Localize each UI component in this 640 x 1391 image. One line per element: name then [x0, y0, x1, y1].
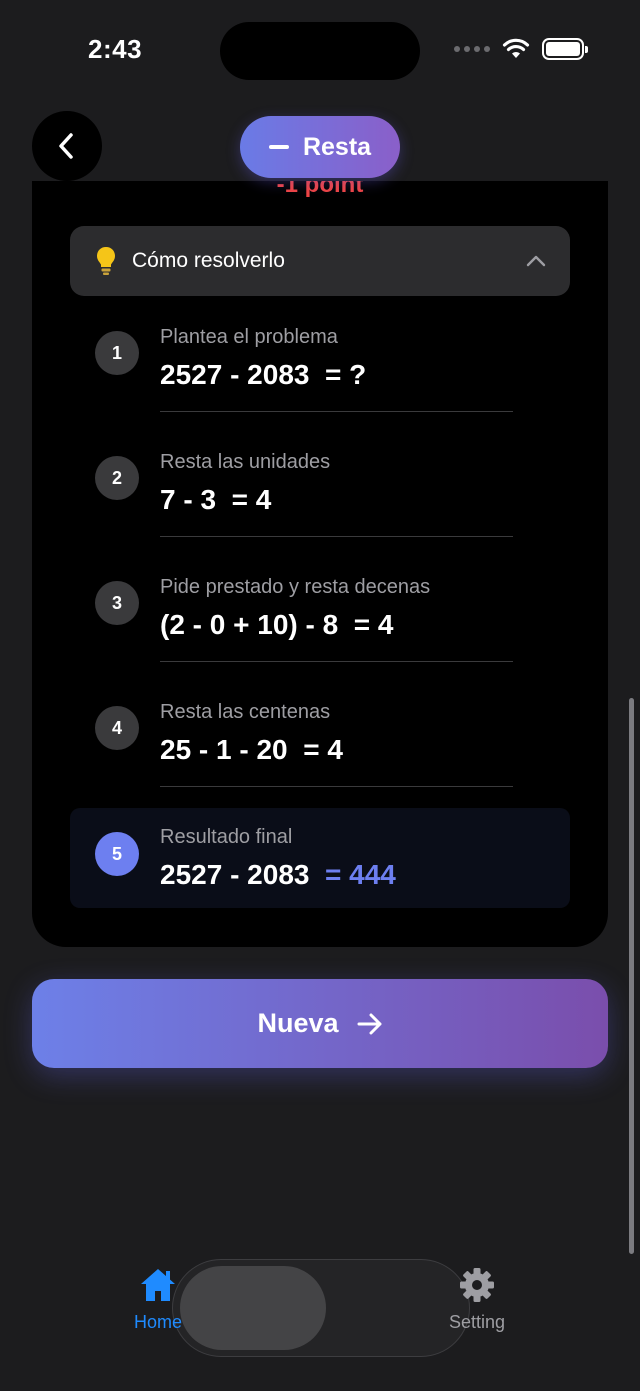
penalty-text: -1 point [276, 181, 364, 198]
step-expression-text: 7 - 3 [160, 484, 217, 515]
house-icon [141, 1269, 175, 1301]
step-expression: 2527 - 2083 = 444 [160, 859, 396, 891]
step-expression-text: 2527 - 2083 [160, 859, 310, 890]
step-expression-text: 25 - 1 - 20 [160, 734, 288, 765]
status-icons [454, 38, 588, 60]
cellular-signal-icon [454, 46, 490, 52]
step-title: Pide prestado y resta decenas [160, 576, 431, 598]
step-1: 1 Plantea el problema 2527 - 2083 = ? [70, 321, 570, 421]
step-number: 1 [95, 331, 139, 375]
dynamic-island [220, 22, 420, 80]
step-result: = ? [325, 359, 367, 390]
new-problem-label: Nueva [257, 1008, 339, 1038]
tab-setting-label: Setting [448, 1312, 506, 1332]
step-4: 4 Resta las centenas 25 - 1 - 20 = 4 [70, 696, 570, 796]
step-divider [160, 411, 513, 412]
tab-bar-selection[interactable] [180, 1266, 326, 1350]
step-expression: 2527 - 2083 = ? [160, 359, 366, 391]
tab-setting[interactable]: Setting [440, 1266, 514, 1333]
solution-card: -1 point Cómo resolverlo 1 Plantea el pr… [32, 181, 608, 947]
step-expression: 7 - 3 = 4 [160, 484, 271, 516]
step-divider [160, 536, 513, 537]
step-expression-text: (2 - 0 + 10) - 8 [160, 609, 339, 640]
minus-icon [268, 145, 289, 149]
howto-toggle[interactable]: Cómo resolverlo [70, 226, 570, 296]
step-expression-text: 2527 - 2083 [160, 359, 310, 390]
tab-home-label: Home [133, 1312, 182, 1332]
tab-home[interactable]: Home [124, 1266, 192, 1333]
step-title: Plantea el problema [160, 326, 338, 348]
step-5-final: 5 Resultado final 2527 - 2083 = 444 [70, 808, 570, 908]
operation-label: Resta [302, 132, 372, 161]
operation-pill: Resta [240, 116, 400, 178]
status-time: 2:43 [88, 34, 143, 64]
step-expression: 25 - 1 - 20 = 4 [160, 734, 343, 766]
step-result: = 4 [353, 609, 394, 640]
wifi-icon [502, 38, 530, 58]
new-problem-button[interactable]: Nueva [32, 979, 608, 1068]
final-result: = 444 [325, 859, 396, 890]
step-number: 3 [95, 581, 139, 625]
step-2: 2 Resta las unidades 7 - 3 = 4 [70, 446, 570, 546]
arrow-right-icon [357, 1013, 382, 1034]
howto-label: Cómo resolverlo [132, 249, 285, 272]
step-title: Resta las centenas [160, 701, 331, 723]
chevron-left-icon [59, 133, 73, 159]
step-result: = 4 [231, 484, 272, 515]
step-divider [160, 661, 513, 662]
step-expression: (2 - 0 + 10) - 8 = 4 [160, 609, 393, 641]
scrollbar[interactable] [629, 698, 634, 1254]
step-title: Resultado final [160, 826, 293, 848]
step-number: 5 [95, 832, 139, 876]
chevron-up-icon [526, 255, 546, 267]
back-button[interactable] [32, 111, 102, 181]
step-3: 3 Pide prestado y resta decenas (2 - 0 +… [70, 571, 570, 671]
step-number: 4 [95, 706, 139, 750]
step-divider [160, 786, 513, 787]
gear-icon [460, 1268, 494, 1302]
battery-icon [542, 38, 588, 60]
lightbulb-icon [97, 247, 115, 275]
step-title: Resta las unidades [160, 451, 331, 473]
step-result: = 4 [303, 734, 343, 765]
step-number: 2 [95, 456, 139, 500]
